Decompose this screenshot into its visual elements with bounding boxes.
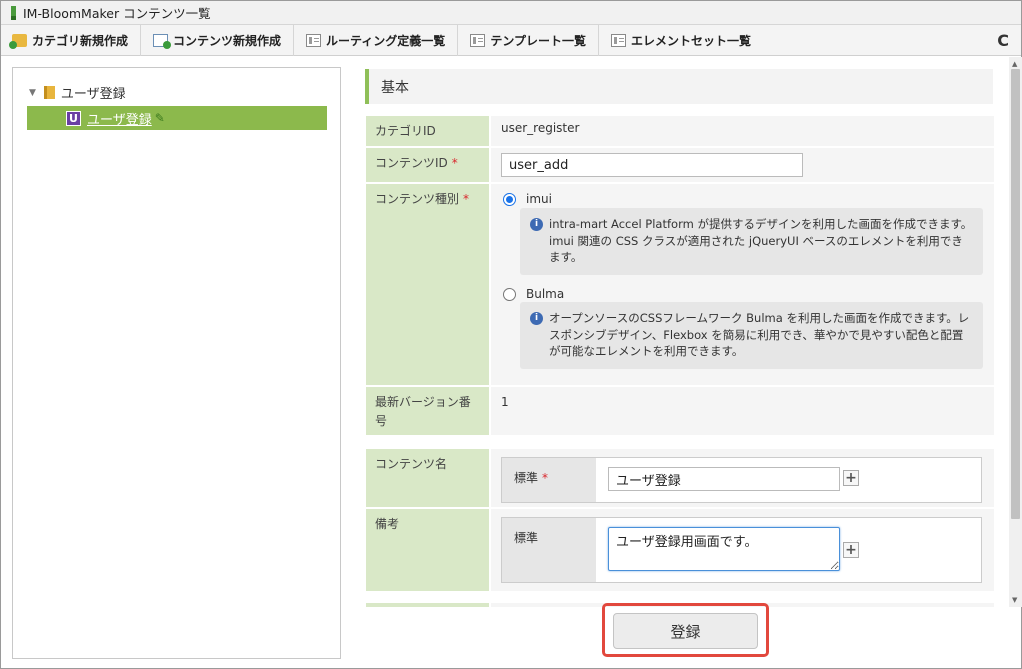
- bulma-description: オープンソースのCSSフレームワーク Bulma を利用した画面を作成できます。…: [549, 311, 970, 359]
- category-id-value: user_register: [491, 116, 994, 146]
- field-label-wrap: コンテンツID *: [366, 148, 489, 182]
- add-locale-button[interactable]: +: [843, 542, 859, 558]
- template-list-button[interactable]: テンプレート一覧: [470, 24, 599, 56]
- register-button[interactable]: 登録: [613, 613, 758, 649]
- content-type-row: コンテンツ種別 * imui i intra-mart Accel Platfor…: [366, 184, 994, 385]
- section-title: 基本: [365, 69, 993, 104]
- scroll-down-arrow-icon[interactable]: ▼: [1012, 596, 1017, 604]
- radio-button-selected[interactable]: [503, 192, 516, 206]
- info-icon: i: [530, 218, 543, 231]
- locale-value-cell: ユーザ登録用画面です。 +: [596, 518, 981, 582]
- content-add-icon: [153, 33, 172, 49]
- remarks-locale-table: 標準 ユーザ登録用画面です。 +: [501, 517, 982, 583]
- field-label: 備考: [366, 509, 489, 591]
- tree-item-content-selected[interactable]: U ユーザ登録 ✎: [27, 106, 327, 130]
- content-id-cell: [491, 148, 994, 182]
- info-icon: i: [530, 312, 543, 325]
- field-label: コンテンツ名: [366, 449, 489, 507]
- latest-version-value: 1: [491, 387, 994, 435]
- toolbar: カテゴリ新規作成 コンテンツ新規作成 ルーティング定義一覧 テンプレート一覧 エ…: [1, 24, 1021, 56]
- template-list-label: テンプレート一覧: [490, 33, 586, 48]
- new-category-label: カテゴリ新規作成: [32, 33, 129, 48]
- radio-bulma[interactable]: Bulma: [503, 287, 564, 301]
- required-mark: *: [451, 156, 458, 170]
- locale-label-wrap: 標準 *: [502, 458, 596, 502]
- new-category-button[interactable]: カテゴリ新規作成: [9, 24, 142, 56]
- imui-description: intra-mart Accel Platform が提供するデザインを利用した…: [549, 217, 973, 265]
- remarks-cell: 標準 ユーザ登録用画面です。 +: [491, 509, 994, 591]
- field-label: コンテンツ種別: [375, 192, 460, 206]
- radio-label: Bulma: [526, 287, 565, 301]
- new-content-label: コンテンツ新規作成: [173, 33, 282, 48]
- content-name-cell: 標準* +: [491, 449, 994, 507]
- radio-imui[interactable]: imui: [503, 192, 552, 206]
- latest-version-row: 最新バージョン番号 1: [366, 387, 994, 435]
- imui-info-box: i intra-mart Accel Platform が提供するデザインを利用…: [520, 208, 983, 275]
- content-name-row: コンテンツ名 標準* +: [366, 449, 994, 507]
- title-bar: IM-BloomMaker コンテンツ一覧: [1, 1, 1021, 25]
- field-label: コンテンツID: [375, 156, 448, 170]
- new-content-button[interactable]: コンテンツ新規作成: [153, 24, 295, 56]
- refresh-icon[interactable]: C: [997, 31, 1009, 50]
- content-name-input[interactable]: [608, 467, 840, 491]
- scroll-up-arrow-icon[interactable]: ▲: [1012, 60, 1017, 68]
- locale-value-cell: +: [596, 458, 981, 502]
- routing-list-button[interactable]: ルーティング定義一覧: [306, 24, 459, 56]
- folder-icon: [43, 86, 55, 99]
- tree-content-label[interactable]: ユーザ登録: [87, 109, 152, 128]
- content-id-row: コンテンツID *: [366, 148, 994, 182]
- list-icon: [610, 33, 626, 47]
- radio-label: imui: [526, 192, 552, 206]
- remarks-textarea[interactable]: ユーザ登録用画面です。: [608, 527, 840, 571]
- field-label-wrap: コンテンツ種別 *: [366, 184, 489, 385]
- remarks-row: 備考 標準 ユーザ登録用画面です。 +: [366, 509, 994, 591]
- scrollbar-thumb[interactable]: [1011, 69, 1020, 519]
- content-type-icon: U: [66, 110, 81, 126]
- app-window: IM-BloomMaker コンテンツ一覧 カテゴリ新規作成 コンテンツ新規作成…: [0, 0, 1022, 669]
- bulma-info-box: i オープンソースのCSSフレームワーク Bulma を利用した画面を作成できま…: [520, 302, 983, 369]
- list-icon: [306, 33, 322, 47]
- add-locale-button[interactable]: +: [843, 470, 859, 486]
- vertical-scrollbar[interactable]: ▲ ▼: [1009, 57, 1022, 607]
- tree-category-label: ユーザ登録: [60, 87, 126, 102]
- submit-highlight: 登録: [602, 603, 769, 657]
- routing-list-label: ルーティング定義一覧: [326, 33, 446, 48]
- edit-pencil-icon[interactable]: ✎: [155, 111, 165, 125]
- content-type-cell: imui i intra-mart Accel Platform が提供するデザ…: [491, 184, 994, 385]
- category-id-row: カテゴリID user_register: [366, 116, 994, 146]
- content-id-input[interactable]: [501, 153, 803, 177]
- folder-add-icon: [9, 33, 27, 49]
- element-set-list-button[interactable]: エレメントセット一覧: [610, 25, 763, 56]
- window-title: IM-BloomMaker コンテンツ一覧: [23, 6, 211, 21]
- content-tree-panel: ▼ ユーザ登録 U ユーザ登録 ✎: [12, 67, 341, 659]
- content-detail-panel: 基本 カテゴリID user_register コンテンツID* コンテンツ種別…: [351, 57, 1009, 607]
- element-set-list-label: エレメントセット一覧: [630, 33, 751, 48]
- content-name-locale-table: 標準* +: [501, 457, 982, 503]
- expand-triangle-icon[interactable]: ▼: [29, 88, 36, 98]
- app-icon: [11, 5, 16, 20]
- required-mark: *: [542, 471, 549, 485]
- field-label: カテゴリID: [366, 116, 489, 146]
- radio-button[interactable]: [503, 287, 516, 301]
- field-label-partial: [366, 603, 489, 607]
- field-label: 最新バージョン番号: [366, 387, 489, 435]
- tree-item-category[interactable]: ▼ ユーザ登録: [29, 83, 126, 102]
- locale-label: 標準: [514, 471, 539, 485]
- required-mark: *: [463, 192, 470, 206]
- locale-label: 標準: [502, 518, 596, 582]
- list-icon: [470, 33, 486, 47]
